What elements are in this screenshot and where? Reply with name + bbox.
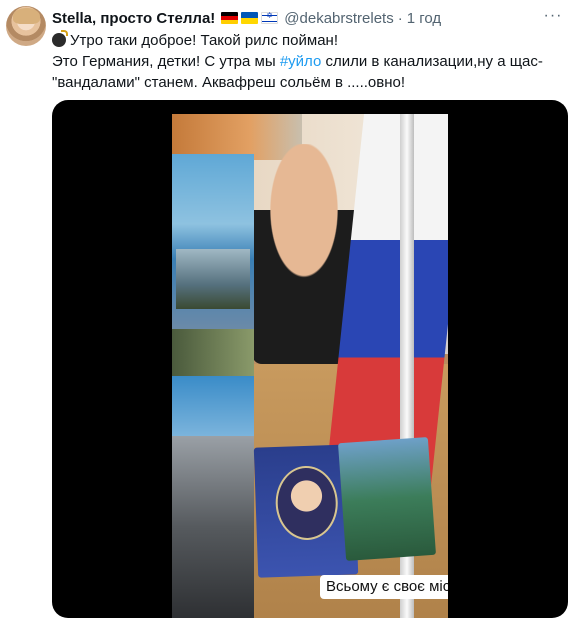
tweet-text-line-1-text: Утро таки доброе! Такой рилс пойман! <box>70 32 338 49</box>
hashtag-link[interactable]: #уйло <box>280 53 321 70</box>
flag-israel-icon <box>261 11 279 24</box>
video-scene-book <box>337 437 437 561</box>
tweet-text-line-3: "вандалами" станем. Аквафреш сольём в ..… <box>52 74 406 91</box>
video-scene-book <box>172 329 254 379</box>
display-name[interactable]: Stella, просто Стелла! <box>52 10 215 27</box>
video-scene-book <box>172 376 254 436</box>
flag-ukraine-icon <box>241 12 259 24</box>
tweet: Stella, просто Стелла! @dekabrstrelets ·… <box>0 0 575 628</box>
user-handle[interactable]: @dekabrstrelets <box>284 10 393 27</box>
flag-badges <box>221 11 279 24</box>
tweet-text-line-2-prefix: Это Германия, детки! С утра мы <box>52 53 280 70</box>
video-player[interactable]: Всьому є своє місце <box>52 100 568 618</box>
video-caption-text: Всьому є своє місце <box>326 578 448 595</box>
more-options-icon[interactable]: ··· <box>543 6 563 26</box>
tweet-header: Stella, просто Стелла! @dekabrstrelets ·… <box>52 8 441 28</box>
timestamp[interactable]: 1 год <box>407 10 441 27</box>
separator-dot: · <box>397 9 403 27</box>
avatar[interactable] <box>6 6 46 46</box>
video-caption: Всьому є своє місце <box>320 575 448 599</box>
video-frame[interactable]: Всьому є своє місце <box>172 114 448 618</box>
bomb-icon <box>52 30 68 47</box>
video-scene-stand <box>172 436 254 618</box>
tweet-text-line-1: Утро таки доброе! Такой рилс пойман! <box>52 30 552 51</box>
tweet-text: Утро таки доброе! Такой рилс пойман! Это… <box>52 30 552 93</box>
tweet-text-line-2: Это Германия, детки! С утра мы #уйло сли… <box>52 51 552 72</box>
flag-germany-icon <box>221 12 239 24</box>
video-scene-book <box>172 154 254 329</box>
tweet-text-line-2-suffix: слили в канализации,ну а щас- <box>321 53 543 70</box>
